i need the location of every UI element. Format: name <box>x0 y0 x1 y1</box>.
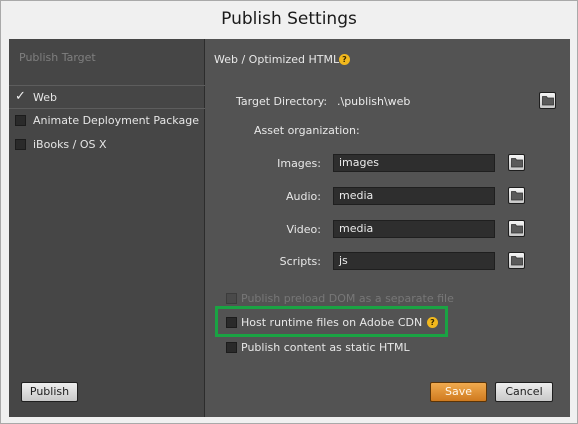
publish-target-list: ✓ Web Animate Deployment Package iBooks … <box>9 85 205 157</box>
preload-dom-option: Publish preload DOM as a separate file <box>226 292 466 305</box>
save-button[interactable]: Save <box>430 382 487 402</box>
images-browse-button[interactable] <box>508 154 525 171</box>
publish-target-panel: Publish Target ✓ Web Animate Deployment … <box>9 39 205 417</box>
scripts-label: Scripts: <box>279 255 321 268</box>
host-cdn-option[interactable]: Host runtime files on Adobe CDN <box>226 316 446 329</box>
window-title: Publish Settings <box>221 9 357 29</box>
folder-icon <box>511 224 523 234</box>
preload-dom-checkbox <box>226 293 237 304</box>
target-item-label: iBooks / OS X <box>33 138 107 151</box>
scripts-browse-button[interactable] <box>508 252 525 269</box>
cancel-button[interactable]: Cancel <box>495 382 553 402</box>
publish-target-header: Publish Target <box>19 51 96 64</box>
target-checkbox[interactable] <box>15 115 26 126</box>
target-item-ibooks[interactable]: iBooks / OS X <box>9 133 205 157</box>
static-html-checkbox[interactable] <box>226 342 237 353</box>
asset-organization-label: Asset organization: <box>254 124 360 137</box>
host-cdn-label: Host runtime files on Adobe CDN <box>241 316 423 329</box>
static-html-option[interactable]: Publish content as static HTML <box>226 341 426 354</box>
target-directory-value: .\publish\web <box>337 95 411 108</box>
target-item-web[interactable]: ✓ Web <box>9 85 205 109</box>
host-cdn-checkbox[interactable] <box>226 317 237 328</box>
help-icon[interactable]: ? <box>339 54 350 65</box>
target-item-animate-deployment[interactable]: Animate Deployment Package <box>9 109 205 133</box>
video-label: Video: <box>286 223 321 236</box>
folder-icon <box>511 256 523 266</box>
images-field[interactable]: images <box>333 154 495 172</box>
checkmark-icon: ✓ <box>15 89 26 104</box>
folder-icon <box>511 158 523 168</box>
folder-icon <box>511 191 523 201</box>
target-item-label: Web <box>33 91 57 104</box>
target-directory-browse-button[interactable] <box>539 92 556 109</box>
static-html-label: Publish content as static HTML <box>241 341 410 354</box>
video-browse-button[interactable] <box>508 220 525 237</box>
target-item-label: Animate Deployment Package <box>33 114 199 127</box>
publish-button[interactable]: Publish <box>21 382 78 402</box>
audio-field[interactable]: media <box>333 187 495 205</box>
help-icon[interactable]: ? <box>427 317 438 328</box>
scripts-field[interactable]: js <box>333 252 495 270</box>
dialog-content: Publish Target ✓ Web Animate Deployment … <box>9 39 570 417</box>
video-field[interactable]: media <box>333 220 495 238</box>
target-checkbox[interactable] <box>15 139 26 150</box>
preload-dom-label: Publish preload DOM as a separate file <box>241 292 454 305</box>
audio-browse-button[interactable] <box>508 187 525 204</box>
folder-icon <box>542 96 554 106</box>
publish-settings-window: Publish Settings Publish Target ✓ Web An… <box>0 0 578 424</box>
section-title: Web / Optimized HTML <box>214 53 340 66</box>
web-settings-panel: Web / Optimized HTML ? Target Directory:… <box>206 39 570 417</box>
audio-label: Audio: <box>286 190 321 203</box>
target-directory-label: Target Directory: <box>236 95 328 108</box>
images-label: Images: <box>277 157 321 170</box>
